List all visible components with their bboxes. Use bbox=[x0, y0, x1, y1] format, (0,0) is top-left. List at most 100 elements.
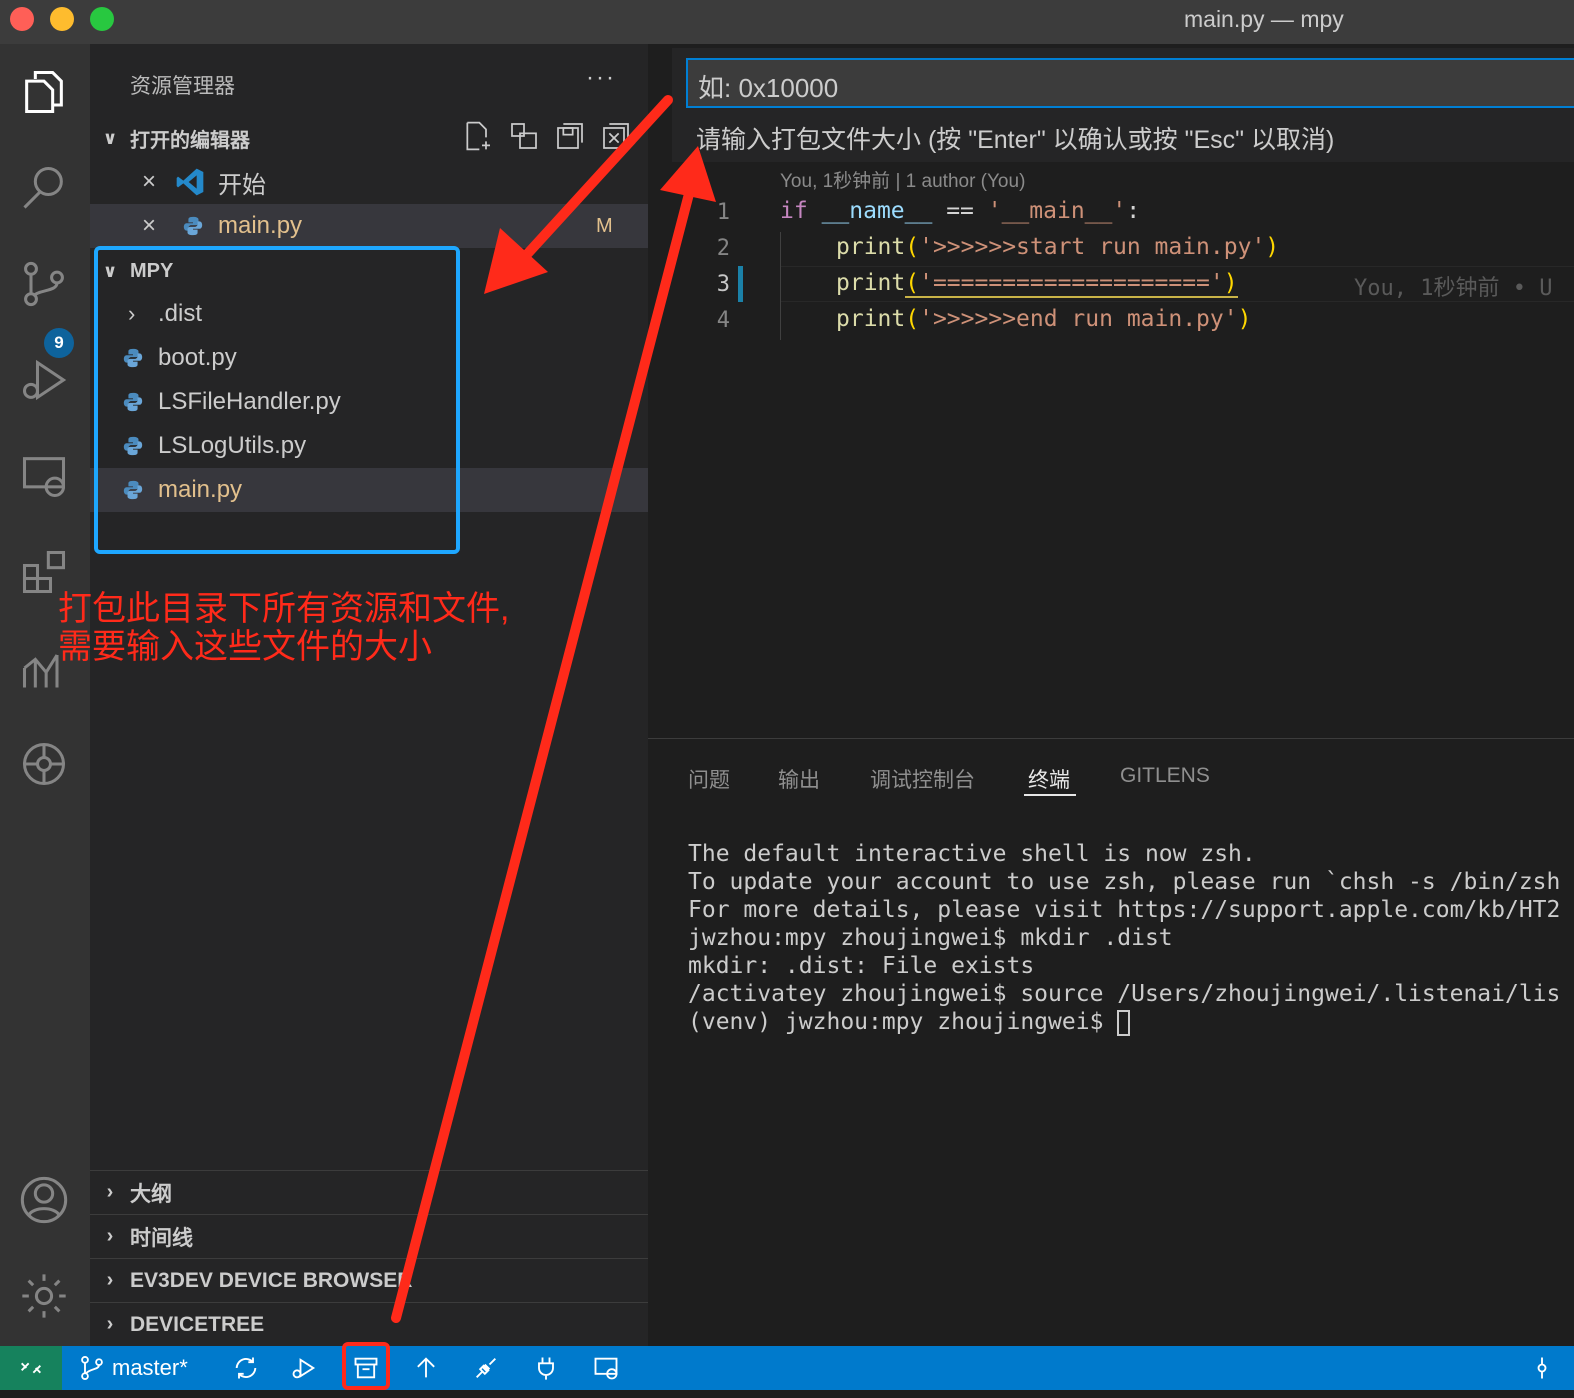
terminal-line: To update your account to use zsh, pleas… bbox=[688, 869, 1561, 895]
function-token: print bbox=[836, 306, 906, 332]
status-bar: master* bbox=[0, 1346, 1574, 1390]
indent-guide bbox=[780, 232, 781, 340]
terminal-line: The default interactive shell is now zsh… bbox=[688, 841, 1256, 867]
accounts-icon[interactable] bbox=[14, 1170, 74, 1230]
open-editors-label: 打开的编辑器 bbox=[130, 129, 250, 152]
operator-token: == bbox=[932, 198, 988, 224]
open-editors-actions bbox=[462, 120, 632, 152]
remote-indicator[interactable] bbox=[0, 1346, 62, 1390]
code-line-1[interactable]: if __name__ == '__main__': bbox=[780, 198, 1140, 224]
plug-button[interactable] bbox=[532, 1346, 560, 1390]
arrow-up-icon bbox=[417, 1357, 435, 1378]
tab-problems[interactable]: 问题 bbox=[688, 764, 730, 794]
git-commit-icon bbox=[1537, 1357, 1547, 1379]
explorer-sidebar: 资源管理器 ··· ∨ 打开的编辑器 × 开始 × main.py M ∨ MP… bbox=[90, 44, 648, 1346]
function-token: print bbox=[836, 234, 906, 260]
line-number: 1 bbox=[716, 200, 730, 225]
close-icon[interactable]: × bbox=[142, 212, 156, 240]
outline-section[interactable]: › 大纲 bbox=[90, 1170, 648, 1214]
terminal-prompt: (venv) jwzhou:mpy zhoujingwei$ bbox=[688, 1009, 1118, 1035]
modified-line-marker bbox=[738, 266, 743, 302]
explorer-title: 资源管理器 bbox=[130, 75, 235, 98]
tab-output[interactable]: 输出 bbox=[778, 764, 820, 794]
close-icon[interactable]: × bbox=[142, 168, 156, 196]
string-token: '====================' bbox=[919, 270, 1224, 298]
close-all-icon[interactable] bbox=[600, 120, 632, 152]
chevron-down-icon: ∨ bbox=[102, 127, 118, 148]
quick-input-field[interactable]: 如: 0x10000 bbox=[686, 58, 1574, 108]
new-folder-icon[interactable] bbox=[508, 120, 540, 152]
settings-gear-icon[interactable] bbox=[14, 1266, 74, 1326]
new-file-icon[interactable] bbox=[462, 120, 494, 152]
zoom-window-button[interactable] bbox=[90, 7, 114, 31]
run-debug-icon[interactable] bbox=[14, 350, 74, 410]
terminal-line: For more details, please visit https://s… bbox=[688, 897, 1561, 923]
run-debug-icon bbox=[292, 1358, 316, 1379]
source-control-icon[interactable] bbox=[14, 254, 74, 314]
minimize-window-button[interactable] bbox=[50, 7, 74, 31]
chevron-right-icon: › bbox=[106, 1313, 114, 1335]
tab-terminal[interactable]: 终端 bbox=[1028, 764, 1070, 794]
section-label: 时间线 bbox=[130, 1226, 193, 1250]
activity-bar: 9 bbox=[0, 44, 90, 1346]
window-bottom-edge bbox=[0, 1390, 1574, 1398]
section-label: DEVICETREE bbox=[130, 1312, 265, 1336]
folder-highlight-box bbox=[94, 246, 460, 554]
terminal-line: jwzhou:mpy zhoujingwei$ mkdir .dist bbox=[688, 925, 1173, 951]
tab-debug-console[interactable]: 调试控制台 bbox=[870, 764, 975, 794]
connect-button[interactable] bbox=[472, 1346, 500, 1390]
terminal-line: mkdir: .dist: File exists bbox=[688, 953, 1035, 979]
device-icon[interactable] bbox=[14, 734, 74, 794]
name-token: __name__ bbox=[821, 198, 933, 224]
ev3dev-browser-section[interactable]: › EV3DEV DEVICE BROWSER bbox=[90, 1258, 648, 1302]
code-line-4[interactable]: print('>>>>>>end run main.py') bbox=[836, 306, 1251, 332]
remote-explorer-icon[interactable] bbox=[14, 446, 74, 506]
branch-label: master* bbox=[112, 1355, 188, 1380]
operator-token: : bbox=[1126, 198, 1141, 224]
open-editor-item-main[interactable]: × main.py M bbox=[90, 204, 648, 248]
terminal-output[interactable]: The default interactive shell is now zsh… bbox=[688, 840, 1560, 1036]
window-title: main.py — mpy bbox=[1184, 6, 1344, 32]
code-line-2[interactable]: print('>>>>>>start run main.py') bbox=[836, 234, 1279, 260]
timeline-section[interactable]: › 时间线 bbox=[90, 1214, 648, 1258]
open-editor-label: main.py bbox=[218, 212, 303, 239]
plug-connect-icon bbox=[476, 1358, 496, 1378]
title-bar: main.py — mpy bbox=[0, 0, 1574, 44]
tab-gitlens[interactable]: GITLENS bbox=[1120, 764, 1210, 788]
vscode-logo-icon bbox=[176, 168, 204, 196]
git-branch-icon bbox=[81, 1355, 103, 1381]
section-label: 大纲 bbox=[130, 1182, 172, 1206]
devicetree-section[interactable]: › DEVICETREE bbox=[90, 1302, 648, 1346]
package-button-highlight bbox=[342, 1342, 390, 1390]
upload-button[interactable] bbox=[412, 1346, 440, 1390]
explorer-icon[interactable] bbox=[14, 62, 74, 122]
more-actions-icon[interactable]: ··· bbox=[586, 64, 616, 92]
string-token: '__main__' bbox=[987, 198, 1127, 224]
close-window-button[interactable] bbox=[10, 7, 34, 31]
section-label: EV3DEV DEVICE BROWSER bbox=[130, 1268, 413, 1292]
codelens-blame[interactable]: You, 1秒钟前 | 1 author (You) bbox=[780, 166, 1025, 193]
open-editor-label: 开始 bbox=[218, 171, 266, 199]
sync-button[interactable] bbox=[232, 1346, 260, 1390]
line-number: 2 bbox=[716, 236, 730, 261]
inline-blame: You, 1秒钟前 • U bbox=[1354, 276, 1553, 301]
active-tab-indicator bbox=[1024, 794, 1076, 796]
remote-icon bbox=[21, 1362, 41, 1374]
save-all-icon[interactable] bbox=[554, 120, 586, 152]
run-button[interactable] bbox=[290, 1346, 318, 1390]
code-line-3[interactable]: print('====================') bbox=[836, 270, 1238, 298]
chevron-right-icon: › bbox=[106, 1225, 114, 1247]
line-number: 4 bbox=[716, 308, 730, 333]
branch-status[interactable]: master* bbox=[78, 1346, 188, 1390]
plug-icon bbox=[538, 1357, 554, 1380]
string-token: '>>>>>>start run main.py' bbox=[919, 234, 1266, 260]
keyword-token: if bbox=[780, 198, 808, 224]
function-token: print bbox=[836, 270, 906, 296]
commit-graph-button[interactable] bbox=[1528, 1346, 1556, 1390]
bottom-panel bbox=[648, 738, 1574, 1346]
remote-device-button[interactable] bbox=[592, 1346, 620, 1390]
open-editor-item-start[interactable]: × 开始 bbox=[90, 160, 648, 204]
annotation-note: 打包此目录下所有资源和文件, 需要输入这些文件的大小 bbox=[58, 590, 510, 666]
search-icon[interactable] bbox=[14, 158, 74, 218]
chevron-right-icon: › bbox=[106, 1181, 114, 1203]
